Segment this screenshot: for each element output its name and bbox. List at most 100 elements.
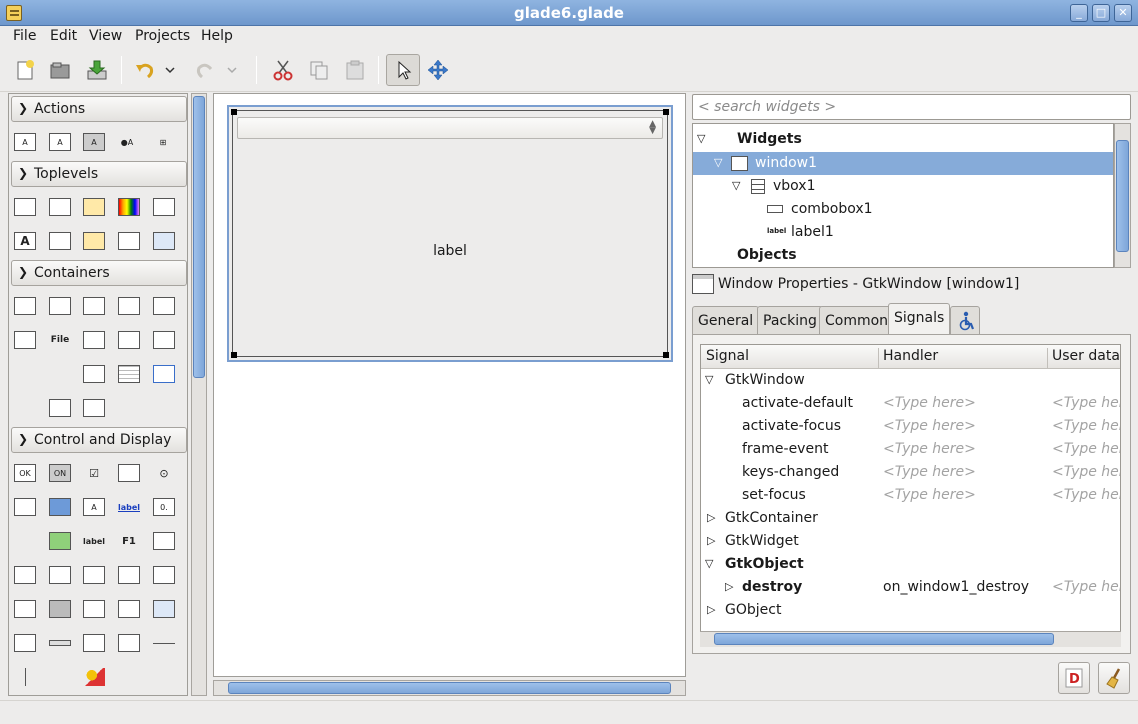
palette-item[interactable] [11,664,39,690]
tree-row-widgets[interactable]: ▽ Widgets [693,128,1113,151]
tree-row-objects[interactable]: Objects [693,244,1113,267]
palette-item[interactable]: A [46,129,74,155]
scrollbar-thumb[interactable] [228,682,671,694]
palette-item[interactable]: OK [11,460,39,486]
palette-item[interactable] [11,395,39,421]
redo-icon[interactable] [188,54,222,86]
palette-item[interactable]: ●A [113,129,141,155]
palette-item[interactable] [46,664,74,690]
palette-item[interactable] [150,630,178,656]
scrollbar-thumb[interactable] [714,633,1054,645]
palette-item[interactable] [115,293,143,319]
maximize-button[interactable]: □ [1092,4,1110,22]
undo-dropdown-icon[interactable] [160,54,180,86]
cut-icon[interactable] [266,54,300,86]
palette-group-actions[interactable]: ❯ Actions [11,96,187,122]
palette-item[interactable] [80,630,108,656]
palette-item[interactable] [150,361,178,387]
palette-item[interactable] [80,228,108,254]
palette-item[interactable] [46,361,74,387]
signal-row[interactable]: activate-focus <Type here> <Type here> [701,415,1120,438]
palette-item[interactable] [11,528,39,554]
signal-group-gobject[interactable]: ▷ GObject [701,599,1120,622]
menu-file[interactable]: File [13,28,36,44]
palette-item[interactable] [46,395,74,421]
paste-icon[interactable] [338,54,372,86]
drag-resize-icon[interactable] [421,54,455,86]
palette-item[interactable] [150,596,178,622]
palette-item[interactable] [80,361,108,387]
palette-group-control-display[interactable]: ❯ Control and Display [11,427,187,453]
scrollbar-thumb[interactable] [193,96,205,378]
copy-icon[interactable] [302,54,336,86]
palette-item[interactable] [115,361,143,387]
design-combobox1[interactable]: ▲ ▼ [237,117,663,139]
minimize-button[interactable]: _ [1070,4,1088,22]
palette-item[interactable] [80,194,108,220]
palette-item[interactable] [80,327,108,353]
tree-row-combobox1[interactable]: combobox1 [693,198,1113,221]
palette-item[interactable]: ⊞ [149,129,177,155]
redo-dropdown-icon[interactable] [222,54,242,86]
signal-row[interactable]: set-focus <Type here> <Type here> [701,484,1120,507]
palette-item[interactable] [150,293,178,319]
save-icon[interactable] [80,54,114,86]
palette-item[interactable] [11,361,39,387]
palette-group-containers[interactable]: ❯ Containers [11,260,187,286]
expander-open-icon[interactable]: ▽ [714,156,722,169]
menu-help[interactable]: Help [201,28,233,44]
new-icon[interactable] [8,54,42,86]
tree-row-label1[interactable]: label label1 [693,221,1113,244]
palette-item[interactable]: File [46,327,74,353]
design-window1[interactable]: ▲ ▼ label [227,105,673,362]
palette-item[interactable] [80,293,108,319]
palette-item[interactable] [115,395,143,421]
palette-item[interactable] [46,194,74,220]
signal-row-destroy[interactable]: ▷ destroy on_window1_destroy <Type here> [701,576,1120,599]
menu-projects[interactable]: Projects [135,28,190,44]
resize-handle[interactable] [663,109,669,115]
search-widgets-input[interactable]: < search widgets > [692,94,1131,120]
palette-item[interactable]: label [80,528,108,554]
palette-item[interactable] [115,630,143,656]
palette-item[interactable] [80,664,108,690]
column-user-data[interactable]: User data [1052,348,1120,364]
palette-item[interactable] [80,395,108,421]
undo-icon[interactable] [128,54,162,86]
tree-row-vbox1[interactable]: ▽ vbox1 [693,175,1113,198]
palette-item[interactable] [46,228,74,254]
design-label1[interactable]: label [233,243,667,259]
palette-item[interactable] [46,596,74,622]
palette-scrollbar[interactable] [191,93,207,696]
palette-item[interactable] [150,562,178,588]
palette-item[interactable]: A [80,494,108,520]
signal-group-gtkcontainer[interactable]: ▷ GtkContainer [701,507,1120,530]
palette-item[interactable]: 0. [150,494,178,520]
palette-item[interactable] [11,596,39,622]
palette-item[interactable]: ON [46,460,74,486]
palette-item[interactable] [150,528,178,554]
palette-item[interactable] [11,562,39,588]
palette-item[interactable] [115,562,143,588]
signal-row[interactable]: activate-default <Type here> <Type here> [701,392,1120,415]
open-icon[interactable] [43,54,77,86]
palette-item[interactable] [46,562,74,588]
palette-item[interactable] [115,228,143,254]
resize-handle[interactable] [663,352,669,358]
signal-group-gtkwindow[interactable]: ▽ GtkWindow [701,369,1120,392]
palette-item[interactable] [80,596,108,622]
clear-button[interactable] [1098,662,1130,694]
tab-packing[interactable]: Packing [757,306,823,334]
palette-item[interactable]: label [115,494,143,520]
palette-item[interactable] [46,528,74,554]
palette-item[interactable] [11,494,39,520]
signal-group-gtkobject[interactable]: ▽ GtkObject [701,553,1120,576]
tree-row-window1[interactable]: ▽ window1 [693,152,1113,175]
palette-item[interactable] [115,194,143,220]
design-vbox1[interactable]: ▲ ▼ label [232,110,668,357]
palette-item[interactable]: A [11,228,39,254]
expander-open-icon[interactable]: ▽ [732,179,740,192]
signal-group-gtkwidget[interactable]: ▷ GtkWidget [701,530,1120,553]
palette-item[interactable] [46,293,74,319]
resize-handle[interactable] [231,109,237,115]
